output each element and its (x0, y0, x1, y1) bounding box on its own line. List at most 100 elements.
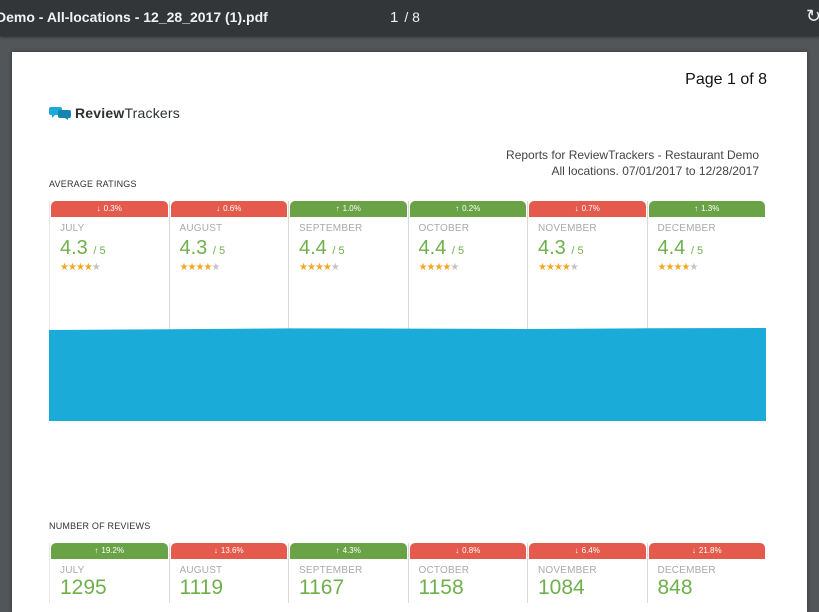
month-label: OCTOBER (418, 565, 470, 576)
star-icon: ★ (538, 262, 547, 273)
rating-number: 4.4 (657, 237, 686, 259)
month-label: AUGUST (179, 565, 223, 576)
reviews-month-card: ↑ 19.2% JULY 1295 (49, 543, 169, 603)
month-label: SEPTEMBER (299, 223, 363, 234)
star-icon: ★ (322, 262, 332, 273)
rating-value: 4.4 / 5 (419, 238, 528, 261)
star-rating: ★★★★★ (60, 262, 169, 273)
change-badge: ↓ 21.8% (648, 543, 765, 559)
star-rating: ★★★★★ (180, 262, 289, 273)
change-value: 4.3% (342, 546, 361, 555)
logo-wordmark: ReviewTrackers (75, 105, 180, 121)
star-rating: ★★★★★ (538, 262, 647, 273)
arrow-up-icon: ↑ (94, 546, 99, 555)
ratings-trend-area (49, 328, 766, 421)
rating-scale: / 5 (212, 245, 226, 257)
arrow-up-icon: ↑ (694, 204, 699, 213)
change-badge: ↑ 1.0% (290, 201, 407, 217)
arrow-down-icon: ↓ (574, 546, 579, 555)
arrow-up-icon: ↑ (455, 204, 460, 213)
change-value: 0.7% (581, 204, 600, 213)
star-icon: ★ (211, 262, 220, 273)
rating-scale: / 5 (451, 245, 465, 257)
change-badge: ↓ 0.6% (170, 201, 287, 217)
arrow-up-icon: ↑ (335, 204, 340, 213)
reviews-month-card: ↓ 21.8% DECEMBER 848 (646, 543, 767, 603)
change-value: 1.0% (342, 204, 361, 213)
rating-value: 4.3 / 5 (60, 238, 169, 261)
star-rating: ★★★★★ (299, 262, 408, 273)
rating-scale: / 5 (571, 245, 584, 257)
report-title: Reports for ReviewTrackers - Restaurant … (506, 147, 759, 179)
month-label: OCTOBER (418, 223, 470, 234)
reviews-month-card: ↓ 0.8% OCTOBER 1158 (407, 543, 528, 603)
rotate-icon[interactable]: ↻ (806, 6, 819, 26)
star-rating: ★★★★★ (658, 262, 767, 273)
change-badge: ↓ 6.4% (529, 543, 646, 559)
star-icon: ★ (689, 262, 698, 273)
arrow-down-icon: ↓ (574, 204, 579, 213)
rating-number: 4.3 (60, 237, 88, 259)
report-date-range: All locations. 07/01/2017 to 12/28/2017 (551, 164, 760, 178)
star-icon: ★ (545, 262, 555, 273)
month-label: AUGUST (179, 223, 223, 234)
change-value: 0.8% (462, 546, 481, 555)
change-value: 21.8% (698, 546, 722, 555)
change-value: 19.2% (101, 546, 125, 555)
change-value: 13.6% (220, 546, 244, 555)
arrow-down-icon: ↓ (96, 204, 101, 213)
change-badge: ↑ 4.3% (290, 543, 407, 559)
star-icon: ★ (67, 262, 77, 273)
change-badge: ↓ 0.3% (51, 201, 168, 217)
star-icon: ★ (330, 262, 340, 273)
star-icon: ★ (306, 262, 316, 273)
month-label: NOVEMBER (538, 565, 597, 576)
rating-number: 4.4 (299, 237, 327, 259)
page-indicator: 1 / 8 (390, 9, 420, 26)
rating-number: 4.3 (538, 237, 566, 259)
change-value: 6.4% (581, 546, 600, 555)
reviews-month-card: ↓ 13.6% AUGUST 1119 (168, 543, 289, 603)
average-ratings-heading: AVERAGE RATINGS (49, 179, 137, 189)
month-label: SEPTEMBER (299, 565, 363, 576)
star-icon: ★ (553, 262, 563, 273)
month-label: NOVEMBER (538, 223, 597, 234)
star-rating: ★★★★★ (419, 262, 528, 273)
rating-scale: / 5 (332, 245, 345, 257)
rating-number: 4.3 (179, 237, 208, 259)
reviews-month-card: ↑ 4.3% SEPTEMBER 1167 (288, 543, 408, 603)
pdf-toolbar: Demo - All-locations - 12_28_2017 (1).pd… (0, 0, 819, 36)
change-badge: ↓ 0.8% (409, 543, 526, 559)
report-subject: Reports for ReviewTrackers - Restaurant … (506, 148, 759, 162)
change-badge: ↑ 19.2% (51, 543, 168, 559)
review-count: 1119 (179, 576, 224, 599)
rating-value: 4.3 / 5 (538, 238, 647, 261)
rating-scale: / 5 (93, 245, 106, 257)
change-value: 1.3% (701, 204, 720, 213)
change-value: 0.3% (103, 204, 122, 213)
star-icon: ★ (569, 262, 579, 273)
rating-value: 4.4 / 5 (299, 238, 408, 261)
month-label: DECEMBER (657, 223, 716, 234)
change-value: 0.6% (223, 204, 242, 213)
document-title: Demo - All-locations - 12_28_2017 (1).pd… (0, 9, 268, 25)
change-badge: ↑ 0.2% (409, 201, 526, 217)
reviewtrackers-logo: ReviewTrackers (49, 103, 180, 123)
review-count: 848 (657, 576, 693, 599)
arrow-down-icon: ↓ (691, 546, 696, 555)
current-page-number[interactable]: 1 (390, 9, 398, 26)
review-count: 1167 (299, 576, 345, 599)
number-of-reviews-heading: NUMBER OF REVIEWS (49, 521, 151, 531)
arrow-down-icon: ↓ (455, 546, 460, 555)
star-icon: ★ (299, 262, 308, 273)
review-count: 1084 (538, 576, 585, 599)
rating-scale: / 5 (690, 245, 704, 257)
speech-bubbles-icon (49, 107, 71, 120)
month-label: JULY (60, 565, 85, 576)
star-icon: ★ (314, 262, 324, 273)
star-icon: ★ (561, 262, 571, 273)
rating-number: 4.4 (418, 237, 447, 259)
arrow-down-icon: ↓ (216, 204, 221, 213)
month-label: JULY (60, 223, 85, 234)
star-icon: ★ (75, 262, 85, 273)
